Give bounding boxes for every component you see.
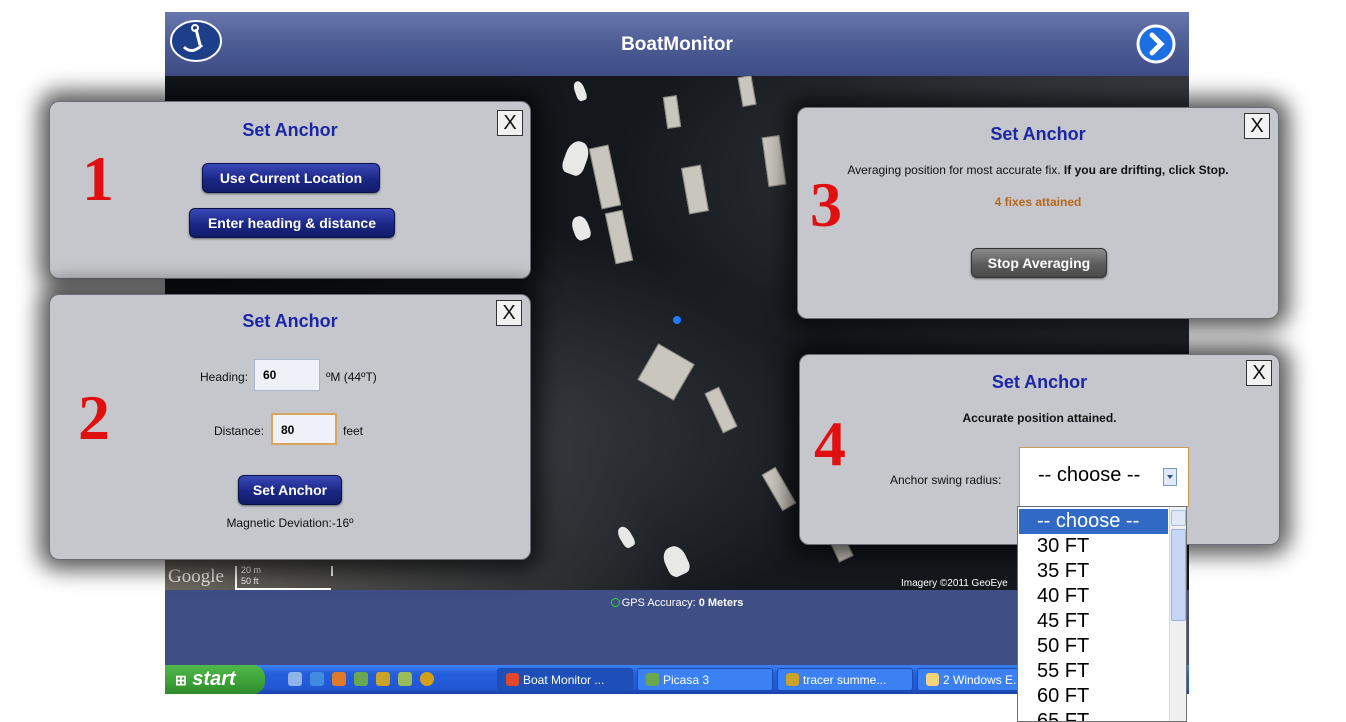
set-anchor-dialog-2: 2 Set Anchor X Heading: 60 ºM (44ºT) Dis… xyxy=(49,294,531,560)
dock xyxy=(662,95,682,129)
chevron-down-icon[interactable] xyxy=(1163,468,1177,486)
chrome-icon[interactable] xyxy=(420,672,434,686)
tracer-icon xyxy=(786,673,799,686)
dock xyxy=(681,164,709,215)
dialog-title: Set Anchor xyxy=(991,372,1088,392)
dialog-title: Set Anchor xyxy=(990,124,1086,144)
option-45ft[interactable]: 45 FT xyxy=(1019,609,1168,634)
picasa-icon xyxy=(646,673,659,686)
task-label: tracer summe... xyxy=(803,673,887,687)
option-50ft[interactable]: 50 FT xyxy=(1019,634,1168,659)
dock xyxy=(588,144,622,210)
distance-label: Distance: xyxy=(214,424,265,438)
enter-heading-distance-button[interactable]: Enter heading & distance xyxy=(189,208,395,238)
dock xyxy=(737,76,757,107)
option-55ft[interactable]: 55 FT xyxy=(1019,659,1168,684)
close-button[interactable]: X xyxy=(1244,113,1270,139)
wireless-icon[interactable] xyxy=(376,672,390,686)
boat-position-marker xyxy=(673,316,681,324)
dialog-title: Set Anchor xyxy=(242,311,338,331)
google-logo: Google xyxy=(168,566,224,587)
step-number: 2 xyxy=(78,382,110,453)
boat xyxy=(571,79,589,103)
gps-accuracy-label: GPS Accuracy: xyxy=(621,597,696,609)
step-number: 1 xyxy=(82,143,114,214)
dock xyxy=(761,466,797,512)
heading-label: Heading: xyxy=(200,370,249,384)
quicklaunch-icon[interactable] xyxy=(288,672,302,686)
distance-input[interactable]: 80 xyxy=(271,413,337,445)
fixes-count: 4 fixes attained xyxy=(994,195,1082,209)
dropdown-scrollbar[interactable] xyxy=(1169,507,1186,721)
chrome-icon xyxy=(506,673,519,686)
averaging-message: Averaging position for most accurate fix… xyxy=(798,163,1278,177)
scale-feet: 50 ft xyxy=(241,576,259,586)
set-anchor-dialog-1: 1 Set Anchor X Use Current Location Ente… xyxy=(49,101,531,279)
magnetic-deviation: Magnetic Deviation:-16º xyxy=(226,516,354,530)
option-65ft[interactable]: 65 FT xyxy=(1019,709,1168,721)
position-status: Accurate position attained. xyxy=(962,411,1117,425)
close-button[interactable]: X xyxy=(497,110,523,136)
gps-status-icon xyxy=(610,598,620,607)
scroll-thumb[interactable] xyxy=(1171,529,1186,621)
option-30ft[interactable]: 30 FT xyxy=(1019,534,1168,559)
option-60ft[interactable]: 60 FT xyxy=(1019,684,1168,709)
swing-radius-options[interactable]: -- choose -- 30 FT 35 FT 40 FT 45 FT 50 … xyxy=(1017,506,1187,722)
close-button[interactable]: X xyxy=(496,300,522,326)
set-anchor-dialog-3: 3 Set Anchor X Averaging position for mo… xyxy=(797,107,1279,319)
task-label: 2 Windows E... xyxy=(943,673,1024,687)
select-value: -- choose -- xyxy=(1038,464,1141,486)
drifting-warning: If you are drifting, click Stop. xyxy=(1063,163,1229,177)
scroll-up-icon[interactable] xyxy=(1171,510,1186,526)
option-40ft[interactable]: 40 FT xyxy=(1019,584,1168,609)
map-scale: 20 m 50 ft xyxy=(235,565,333,590)
scale-meters: 20 m xyxy=(241,565,262,575)
task-tracer[interactable]: tracer summe... xyxy=(777,668,913,691)
boat xyxy=(569,213,593,243)
dock xyxy=(637,343,695,401)
option-35ft[interactable]: 35 FT xyxy=(1019,559,1168,584)
dock xyxy=(604,209,634,265)
option-choose[interactable]: -- choose -- xyxy=(1019,509,1168,534)
dock xyxy=(704,386,738,434)
use-current-location-button[interactable]: Use Current Location xyxy=(202,163,380,193)
task-picasa[interactable]: Picasa 3 xyxy=(637,668,773,691)
dock xyxy=(761,134,787,188)
task-label: Picasa 3 xyxy=(663,673,710,687)
start-button[interactable]: ⊞ start xyxy=(165,665,265,694)
close-button[interactable]: X xyxy=(1246,360,1272,386)
stop-averaging-button[interactable]: Stop Averaging xyxy=(971,248,1107,278)
firefox-icon[interactable] xyxy=(332,672,346,686)
task-label: Boat Monitor ... xyxy=(523,673,605,687)
title-bar: BoatMonitor xyxy=(165,12,1189,77)
boat xyxy=(659,542,693,580)
app-title: BoatMonitor xyxy=(621,34,733,55)
averaging-text: Averaging position for most accurate fix… xyxy=(847,163,1061,177)
imagery-credit: Imagery ©2011 GeoEye xyxy=(901,578,1008,589)
set-anchor-button[interactable]: Set Anchor xyxy=(238,475,342,505)
swing-radius-label: Anchor swing radius: xyxy=(890,473,1002,487)
start-label: start xyxy=(192,668,236,690)
heading-input[interactable]: 60 xyxy=(254,359,320,391)
ie-icon[interactable] xyxy=(310,672,324,686)
folder-icon xyxy=(926,673,939,686)
swing-radius-select[interactable]: -- choose -- xyxy=(1019,447,1189,507)
next-arrow-icon[interactable] xyxy=(1136,24,1176,64)
heading-unit: ºM (44ºT) xyxy=(326,370,377,384)
distance-unit: feet xyxy=(343,424,364,438)
tracer-icon[interactable] xyxy=(398,672,412,686)
task-boat-monitor[interactable]: Boat Monitor ... xyxy=(497,668,633,691)
boat xyxy=(559,138,593,178)
gps-accuracy-value: 0 Meters xyxy=(698,597,744,609)
boat xyxy=(615,524,637,550)
dialog-title: Set Anchor xyxy=(242,120,338,140)
windows-flag-icon: ⊞ xyxy=(175,672,187,688)
picasa-icon[interactable] xyxy=(354,672,368,686)
